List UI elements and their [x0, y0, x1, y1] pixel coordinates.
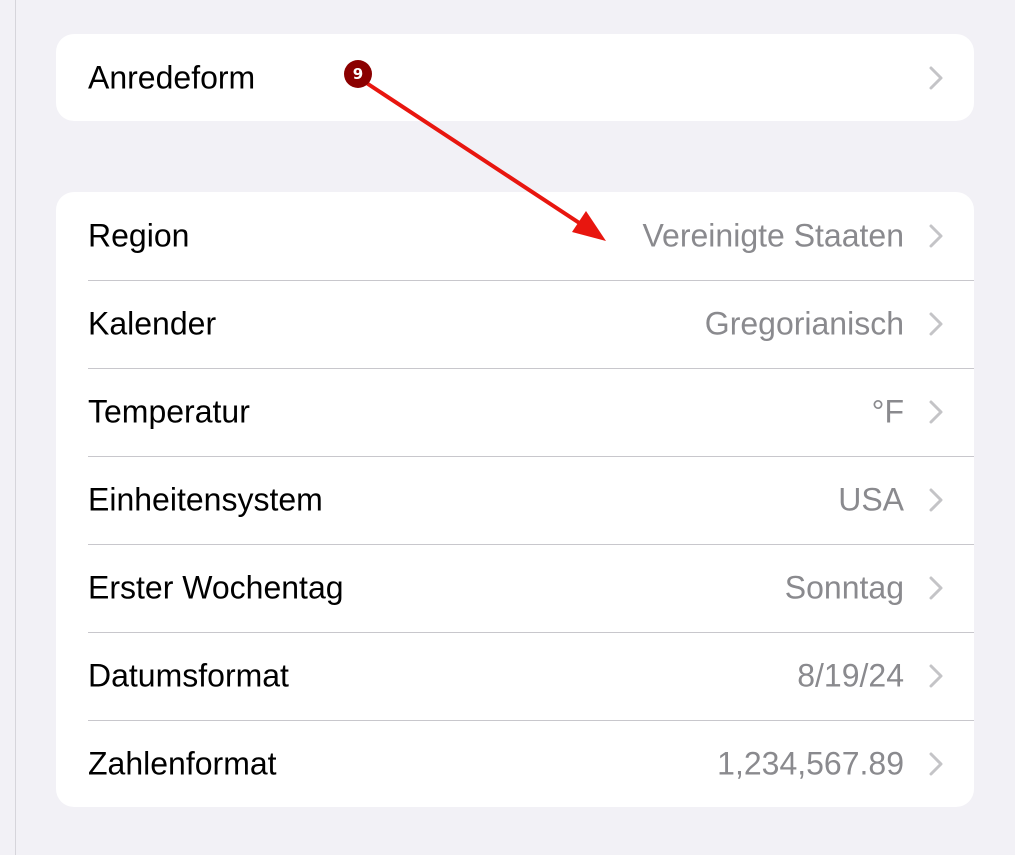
row-value: °F — [871, 393, 904, 430]
row-temperatur[interactable]: Temperatur °F — [56, 368, 974, 456]
row-einheitensystem[interactable]: Einheitensystem USA — [56, 456, 974, 544]
chevron-right-icon — [929, 752, 943, 776]
row-anredeform[interactable]: Anredeform — [56, 34, 974, 121]
row-value: Vereinigte Staaten — [642, 217, 904, 254]
row-value: USA — [838, 481, 904, 518]
row-region[interactable]: Region Vereinigte Staaten — [56, 192, 974, 280]
row-zahlenformat[interactable]: Zahlenformat 1,234,567.89 — [56, 720, 974, 807]
row-value: Sonntag — [784, 569, 904, 606]
row-label: Region — [88, 217, 190, 254]
row-value: 8/19/24 — [797, 657, 904, 694]
row-label: Kalender — [88, 305, 217, 342]
chevron-right-icon — [929, 224, 943, 248]
row-label: Einheitensystem — [88, 481, 323, 518]
row-label: Datumsformat — [88, 657, 289, 694]
left-pane-divider — [15, 0, 16, 855]
chevron-right-icon — [929, 400, 943, 424]
settings-group-salutation: Anredeform — [56, 34, 974, 121]
chevron-right-icon — [929, 312, 943, 336]
chevron-right-icon — [929, 576, 943, 600]
row-value: 1,234,567.89 — [717, 745, 904, 782]
step-number-badge: 9 — [344, 60, 372, 88]
row-label: Anredeform — [88, 59, 256, 95]
chevron-right-icon — [929, 488, 943, 512]
row-erster-wochentag[interactable]: Erster Wochentag Sonntag — [56, 544, 974, 632]
row-datumsformat[interactable]: Datumsformat 8/19/24 — [56, 632, 974, 720]
chevron-right-icon — [929, 66, 943, 89]
row-label: Erster Wochentag — [88, 569, 344, 606]
chevron-right-icon — [929, 664, 943, 688]
settings-group-region-formats: Region Vereinigte Staaten Kalender Grego… — [56, 192, 974, 807]
row-label: Temperatur — [88, 393, 250, 430]
row-label: Zahlenformat — [88, 745, 277, 782]
row-kalender[interactable]: Kalender Gregorianisch — [56, 280, 974, 368]
row-value: Gregorianisch — [704, 305, 904, 342]
